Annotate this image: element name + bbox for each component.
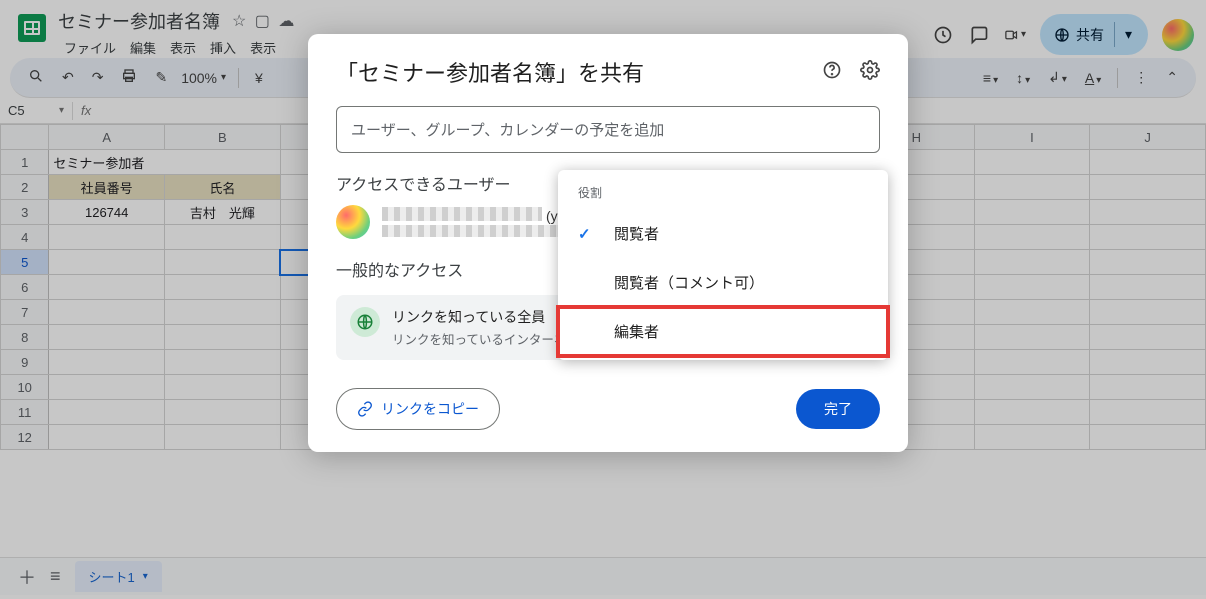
fx-label: fx [73, 103, 99, 118]
star-icon[interactable]: ☆ [232, 13, 246, 30]
dialog-title: 「セミナー参加者名簿」を共有 [336, 56, 644, 88]
col-header[interactable]: B [165, 125, 281, 150]
cloud-icon[interactable]: ☁ [278, 13, 294, 30]
text-color-icon[interactable]: A▾ [1081, 68, 1105, 88]
cell[interactable]: 氏名 [165, 175, 281, 200]
align-icon[interactable]: ≡▾ [979, 68, 1002, 88]
settings-icon[interactable] [860, 60, 880, 85]
cell[interactable]: 126744 [49, 200, 165, 225]
currency-format[interactable]: ¥ [251, 68, 267, 88]
row-header[interactable]: 2 [1, 175, 49, 200]
meet-icon[interactable]: ▾ [1004, 24, 1026, 46]
help-icon[interactable] [822, 60, 842, 85]
row-header[interactable]: 10 [1, 375, 49, 400]
role-option-commenter[interactable]: 閲覧者（コメント可） [558, 258, 888, 307]
share-caret-icon[interactable]: ▾ [1114, 22, 1142, 47]
row-header[interactable]: 12 [1, 425, 49, 450]
col-header[interactable]: A [49, 125, 165, 150]
cell[interactable]: 社員番号 [49, 175, 165, 200]
user-avatar [336, 205, 370, 239]
cell[interactable]: 吉村 光輝 [165, 200, 281, 225]
row-header[interactable]: 11 [1, 400, 49, 425]
col-header[interactable]: I [974, 125, 1090, 150]
share-button[interactable]: 共有 ▾ [1040, 14, 1148, 55]
row-header[interactable]: 5 [1, 250, 49, 275]
name-box[interactable]: C5▾ [0, 103, 72, 118]
sheets-logo[interactable] [12, 8, 52, 48]
document-title[interactable]: セミナー参加者名簿 [58, 8, 220, 34]
redo-icon[interactable]: ↷ [88, 67, 108, 88]
row-header[interactable]: 7 [1, 300, 49, 325]
more-toolbar-icon[interactable]: ⋮ [1130, 67, 1152, 88]
undo-icon[interactable]: ↶ [58, 67, 78, 88]
menu-insert[interactable]: 挿入 [204, 36, 242, 59]
row-header[interactable]: 3 [1, 200, 49, 225]
history-icon[interactable] [932, 24, 954, 46]
add-sheet-icon[interactable]: ＋ [18, 564, 36, 590]
globe-icon[interactable] [350, 307, 380, 337]
account-avatar[interactable] [1162, 19, 1194, 51]
role-popup-label: 役割 [558, 180, 888, 209]
role-option-editor[interactable]: 編集者 [558, 307, 888, 356]
all-sheets-icon[interactable]: ≡ [50, 566, 61, 587]
comments-icon[interactable] [968, 24, 990, 46]
valign-icon[interactable]: ↕▾ [1012, 68, 1034, 88]
print-icon[interactable] [117, 66, 141, 89]
cell[interactable]: セミナー参加者 [49, 150, 280, 175]
menu-format[interactable]: 表示 [244, 36, 282, 59]
copy-link-button[interactable]: リンクをコピー [336, 388, 500, 430]
menu-file[interactable]: ファイル [58, 36, 122, 59]
row-header[interactable]: 8 [1, 325, 49, 350]
select-all-cell[interactable] [1, 125, 49, 150]
search-icon[interactable] [24, 66, 48, 89]
role-option-viewer[interactable]: ✓閲覧者 [558, 209, 888, 258]
move-icon[interactable]: ▢ [255, 13, 270, 30]
row-header[interactable]: 1 [1, 150, 49, 175]
zoom-select[interactable]: 100%▾ [181, 70, 226, 86]
done-button[interactable]: 完了 [796, 389, 880, 429]
add-people-input[interactable]: ユーザー、グループ、カレンダーの予定を追加 [336, 106, 880, 153]
menu-edit[interactable]: 編集 [124, 36, 162, 59]
wrap-icon[interactable]: ↲▾ [1044, 67, 1071, 88]
collapse-toolbar-icon[interactable]: ⌃ [1162, 67, 1182, 88]
role-popup: 役割 ✓閲覧者 閲覧者（コメント可） 編集者 [558, 170, 888, 360]
sheet-tab[interactable]: シート1▾ [75, 561, 162, 592]
row-header[interactable]: 4 [1, 225, 49, 250]
row-header[interactable]: 9 [1, 350, 49, 375]
row-header[interactable]: 6 [1, 275, 49, 300]
paint-format-icon[interactable]: ✎ [151, 67, 171, 88]
check-icon: ✓ [578, 225, 598, 243]
share-label: 共有 [1076, 25, 1104, 45]
menu-view[interactable]: 表示 [164, 36, 202, 59]
col-header[interactable]: J [1090, 125, 1206, 150]
